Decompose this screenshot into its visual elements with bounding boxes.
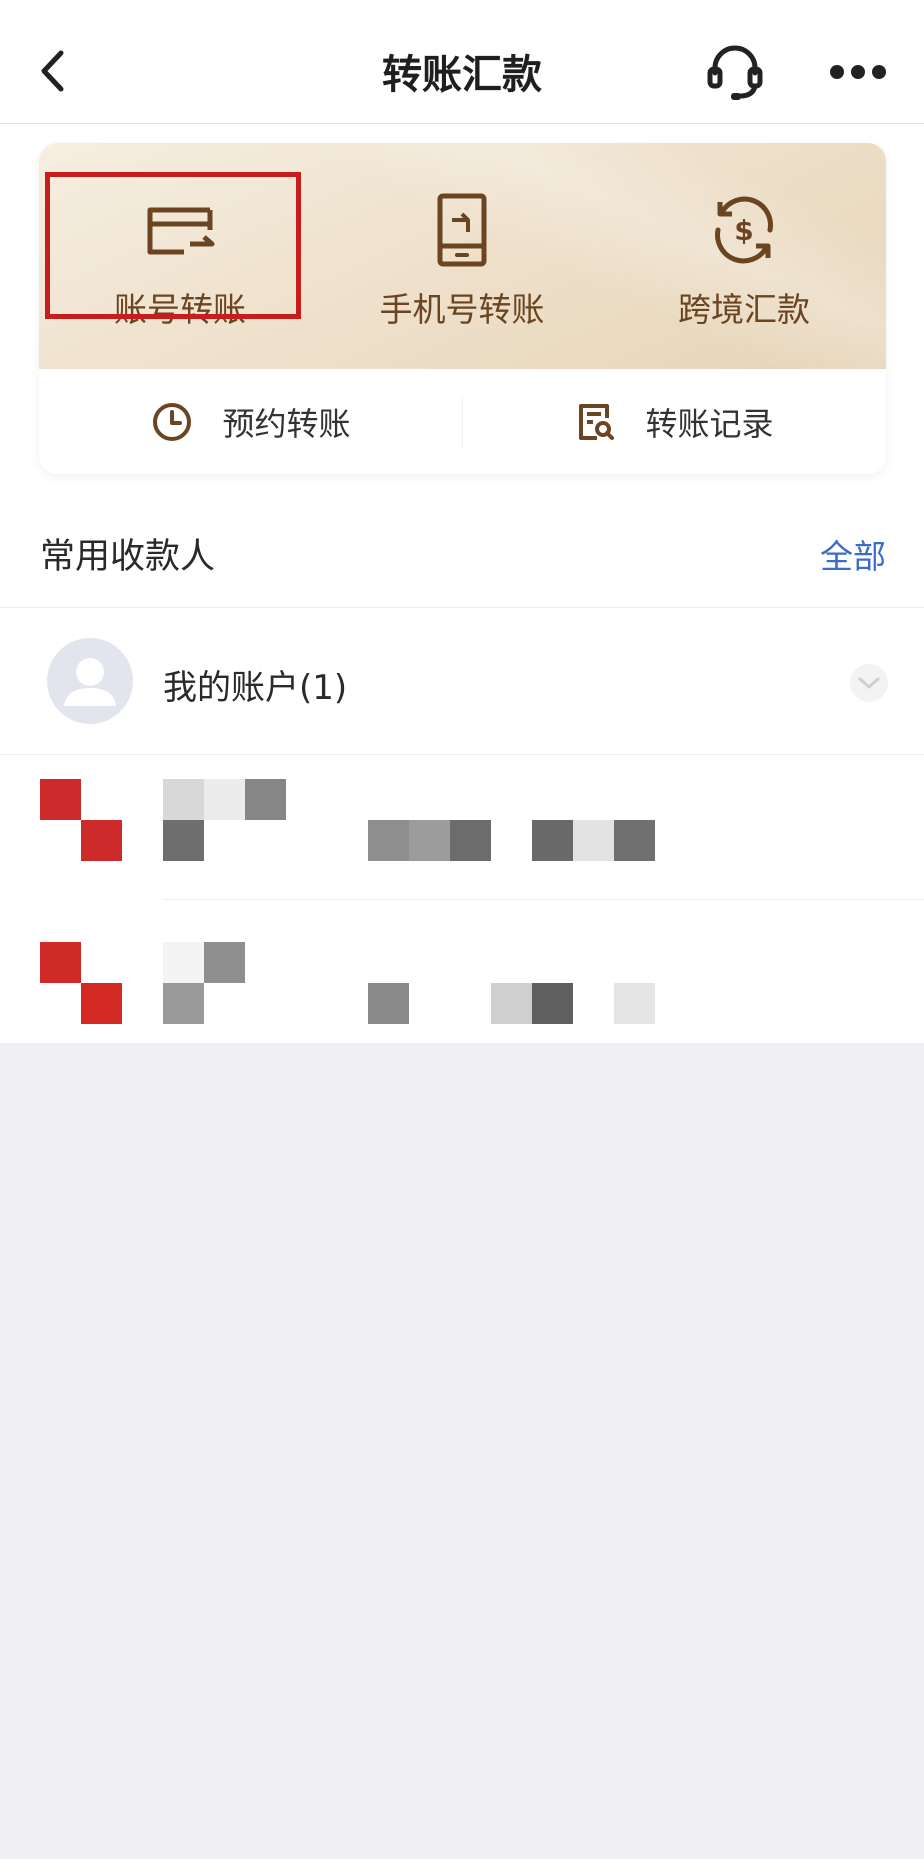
chevron-down-icon [858,677,880,689]
bank-logo-redacted [40,779,81,820]
customer-service-button[interactable] [696,38,774,106]
phone-transfer-button[interactable]: 手机号转账 [321,143,603,369]
redacted-pixel [491,983,532,1024]
transfer-records-button[interactable]: 转账记录 [462,369,885,474]
avatar [47,638,133,724]
dollar-exchange-icon: $ [715,196,773,264]
bank-logo-redacted [81,983,122,1024]
more-button[interactable] [818,42,898,102]
scheduled-transfer-button[interactable]: 预约转账 [39,369,462,474]
headset-icon [707,45,763,100]
redacted-pixel [368,983,409,1024]
svg-text:$: $ [734,214,753,247]
redacted-pixel [614,820,655,861]
redacted-pixel [163,779,204,820]
bank-logo-redacted [81,820,122,861]
clock-icon [153,402,192,441]
cross-border-remittance-button[interactable]: $ 跨境汇款 [603,143,885,369]
highlight-box [45,172,301,319]
sub-actions-bar: 预约转账 转账记录 [39,369,886,474]
redacted-pixel [163,820,204,861]
phone-transfer-label: 手机号转账 [379,290,545,329]
redacted-pixel [614,983,655,1024]
expand-button[interactable] [850,664,888,702]
bank-logo-redacted [40,942,81,983]
redacted-pixel [204,779,245,820]
phone-transfer-icon [437,193,487,267]
redacted-pixel [532,820,573,861]
redacted-pixel [163,983,204,1024]
transfer-records-label: 转账记录 [645,404,774,443]
cross-border-remittance-label: 跨境汇款 [678,290,810,329]
transfer-options-card: 账号转账 手机号转账 $ 跨境汇款 预约转账 转账记录 [39,143,886,474]
redacted-pixel [532,983,573,1024]
redacted-pixel [163,942,204,983]
more-dots-icon [830,65,886,79]
scheduled-transfer-label: 预约转账 [222,404,351,443]
redacted-pixel [368,820,409,861]
view-all-link[interactable]: 全部 [820,530,886,578]
redacted-pixel [409,820,450,861]
my-account-row[interactable]: 我的账户(1) [0,608,924,754]
redacted-pixel [204,942,245,983]
record-search-icon [579,403,615,440]
payee-row[interactable] [0,755,924,901]
redacted-pixel [450,820,491,861]
redacted-pixel [245,779,286,820]
my-account-label: 我的账户(1) [163,668,348,708]
payee-row[interactable] [0,900,924,1046]
redacted-pixel [573,820,614,861]
frequent-payees-title: 常用收款人 [40,537,216,577]
page-title: 转账汇款 [382,52,542,98]
nav-bar: 转账汇款 [0,0,924,124]
user-icon [64,658,116,706]
